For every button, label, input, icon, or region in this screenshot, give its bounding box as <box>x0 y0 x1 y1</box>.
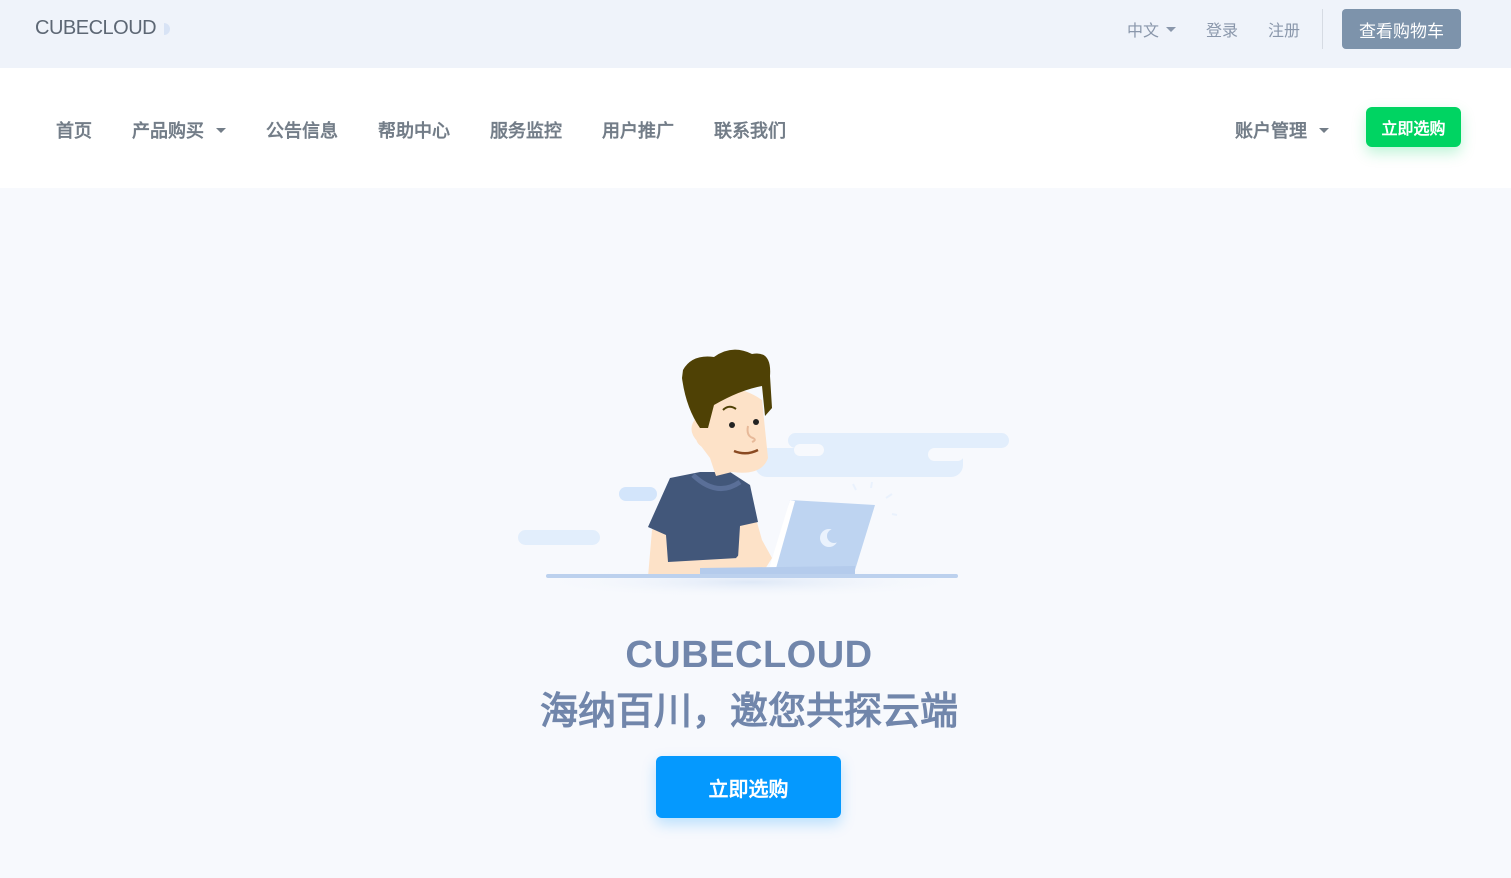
nav-item-label: 公告信息 <box>266 121 338 141</box>
language-label: 中文 <box>1126 23 1159 40</box>
main-nav: 首页 产品购买 公告信息 帮助中心 服务监控 用户推广 联系我们 账户管理 立即… <box>0 68 1511 188</box>
chevron-down-icon <box>216 127 226 133</box>
buy-now-button-nav[interactable]: 立即选购 <box>1366 107 1461 147</box>
nav-item-help[interactable]: 帮助中心 <box>378 117 450 143</box>
divider <box>1322 9 1323 49</box>
nav-item-announcements[interactable]: 公告信息 <box>266 117 338 143</box>
logo[interactable]: CUBECLOUD <box>35 17 171 40</box>
nav-item-label: 帮助中心 <box>378 121 450 141</box>
nav-item-products[interactable]: 产品购买 <box>132 117 226 143</box>
top-bar: CUBECLOUD 中文 登录 注册 查看购物车 <box>0 0 1511 68</box>
nav-item-label: 联系我们 <box>714 121 786 141</box>
hero-title: CUBECLOUD <box>625 634 873 676</box>
nav-item-referral[interactable]: 用户推广 <box>602 117 674 143</box>
login-link[interactable]: 登录 <box>1206 17 1238 41</box>
top-right-links: 中文 登录 注册 查看购物车 <box>1127 9 1461 49</box>
register-link[interactable]: 注册 <box>1268 17 1300 41</box>
chevron-down-icon <box>1165 26 1176 32</box>
logo-text: CUBECLOUD <box>35 17 157 39</box>
nav-item-label: 服务监控 <box>490 121 562 141</box>
nav-item-label: 产品购买 <box>132 121 204 141</box>
logo-mark-icon <box>164 22 171 35</box>
hero-subtitle: 海纳百川，邀您共探云端 <box>539 691 958 733</box>
nav-menu: 首页 产品购买 公告信息 帮助中心 服务监控 用户推广 联系我们 <box>56 117 826 143</box>
chevron-down-icon <box>1319 127 1329 133</box>
person-laptop-illustration <box>518 349 1009 598</box>
buy-now-button-hero[interactable]: 立即选购 <box>656 756 841 818</box>
desk-line <box>546 574 958 578</box>
nav-item-label: 首页 <box>56 121 92 141</box>
nav-item-contact[interactable]: 联系我们 <box>714 117 786 143</box>
nav-item-monitoring[interactable]: 服务监控 <box>490 117 562 143</box>
account-menu[interactable]: 账户管理 <box>1235 117 1329 143</box>
nav-item-label: 用户推广 <box>602 121 674 141</box>
account-label: 账户管理 <box>1235 121 1307 141</box>
view-cart-button[interactable]: 查看购物车 <box>1342 9 1461 49</box>
language-selector[interactable]: 中文 <box>1127 17 1176 41</box>
nav-item-home[interactable]: 首页 <box>56 117 92 143</box>
